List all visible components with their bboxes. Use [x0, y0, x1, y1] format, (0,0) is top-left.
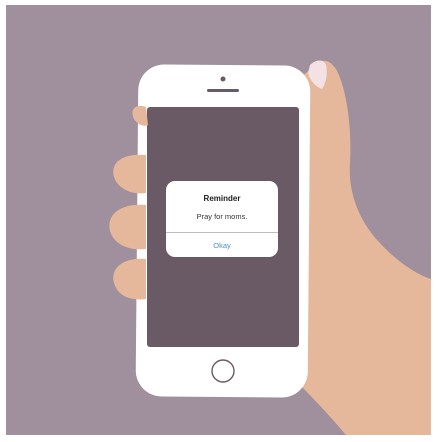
speaker-icon	[207, 89, 239, 92]
front-camera-icon	[220, 76, 226, 82]
finger-2	[113, 154, 146, 194]
illustration-scene: Reminder Pray for moms. Okay	[6, 5, 431, 435]
reminder-alert: Reminder Pray for moms. Okay	[166, 181, 278, 257]
alert-message: Pray for moms.	[196, 212, 248, 221]
finger-3	[109, 204, 146, 250]
alert-title: Reminder	[203, 194, 241, 203]
finger-4	[113, 258, 146, 300]
finger-1	[132, 105, 148, 126]
home-button-icon[interactable]	[211, 359, 235, 383]
okay-button[interactable]: Okay	[166, 233, 278, 257]
